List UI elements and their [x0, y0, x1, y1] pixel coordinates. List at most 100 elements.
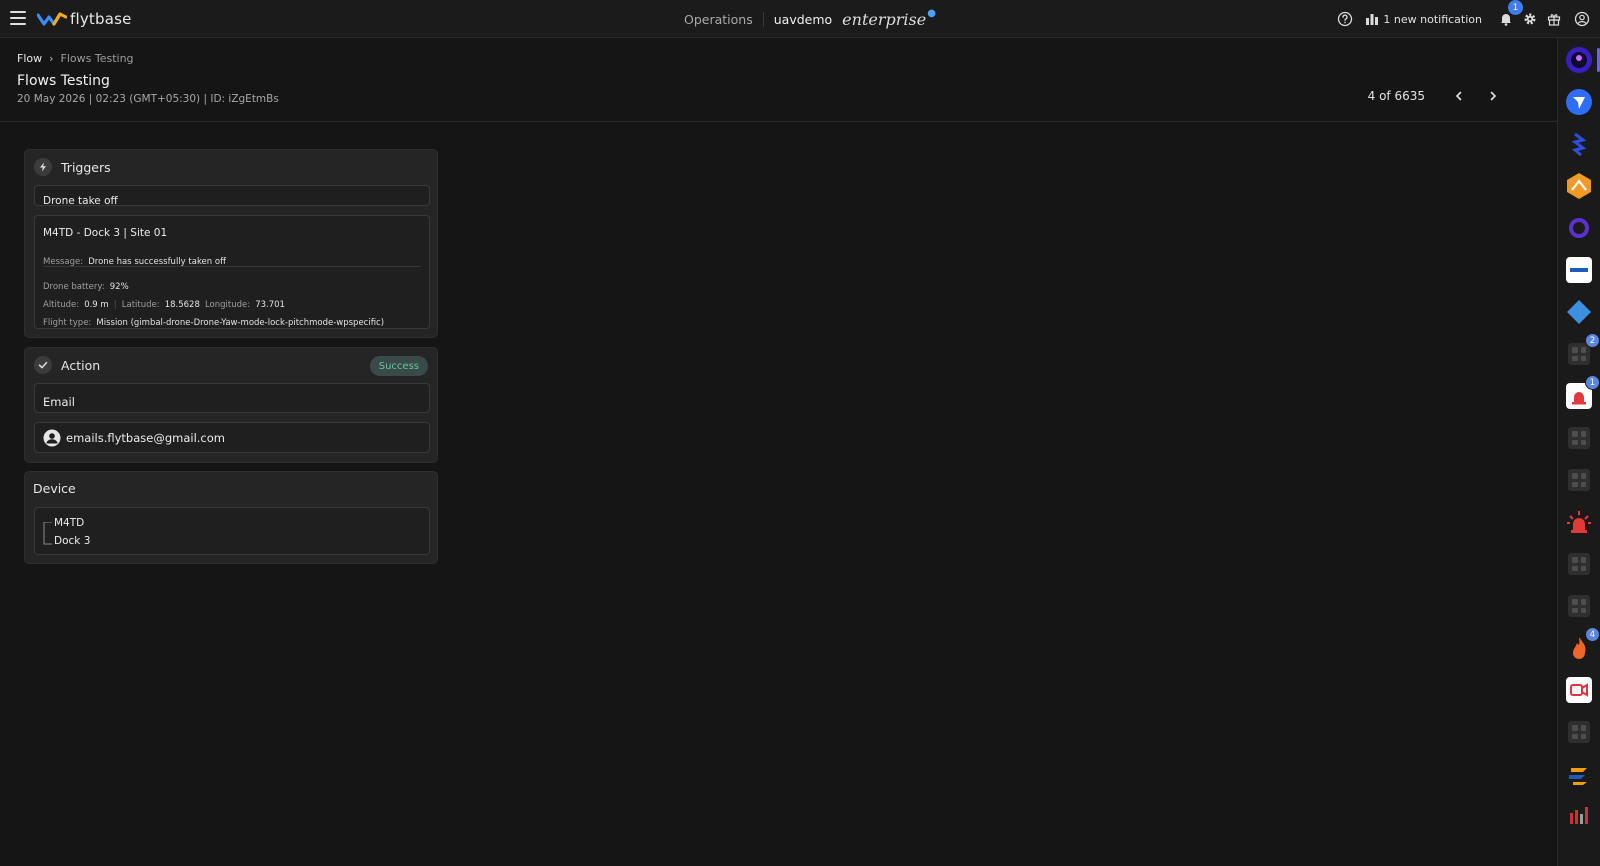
video-camera-icon: [1566, 677, 1592, 703]
user-account-icon[interactable]: [1570, 7, 1594, 31]
rail-app-6[interactable]: [1565, 256, 1593, 284]
action-title: Action: [61, 357, 101, 373]
action-type-field[interactable]: Email: [34, 383, 430, 413]
longitude-label: Longitude:: [204, 300, 251, 310]
battery-row: Drone battery: 92%: [43, 274, 129, 293]
org-name[interactable]: uavdemo: [774, 12, 832, 27]
rail-app-11[interactable]: [1565, 466, 1593, 494]
action-card: Action Success Email emails.flytbase@gma…: [24, 347, 438, 463]
rail-app-14[interactable]: [1565, 592, 1593, 620]
rail-app-5[interactable]: [1565, 214, 1593, 242]
recipient-field[interactable]: emails.flytbase@gmail.com: [34, 422, 430, 453]
workspace-info: Operations uavdemo enterprise ●: [684, 0, 936, 38]
altitude-label: Altitude:: [43, 300, 80, 310]
gift-icon[interactable]: [1542, 7, 1566, 31]
flight-type-label: Flight type:: [43, 318, 92, 328]
rail-app-1[interactable]: [1565, 46, 1593, 74]
rail-app-8[interactable]: 2: [1565, 333, 1600, 368]
rail-app-19[interactable]: [1565, 802, 1593, 830]
previous-button[interactable]: [1447, 84, 1471, 108]
rail-app-3[interactable]: [1565, 130, 1593, 158]
blue-stripes-icon: [1571, 132, 1587, 157]
rail-app-16[interactable]: [1565, 676, 1593, 704]
plan-label: enterprise: [842, 9, 927, 29]
rail-app-9[interactable]: 1: [1565, 375, 1600, 410]
position-separator: |: [113, 300, 117, 310]
logo-text: flytbase: [70, 10, 132, 28]
position-row: Altitude: 0.9 m | Latitude: 18.5628 Long…: [43, 292, 285, 311]
notification-text[interactable]: 1 new notification: [1383, 13, 1482, 26]
breadcrumb-flow[interactable]: Flow: [17, 52, 42, 65]
rail-badge: 1: [1585, 375, 1600, 390]
stats-icon[interactable]: [1363, 7, 1381, 31]
rail-app-15[interactable]: 4: [1565, 627, 1600, 662]
rail-app-12[interactable]: [1565, 508, 1593, 536]
chevron-right-icon: [1490, 91, 1497, 101]
page-header: Flow › Flows Testing Flows Testing 20 Ma…: [0, 38, 1557, 122]
triggers-title: Triggers: [61, 159, 111, 175]
hamburger-menu-icon[interactable]: [10, 11, 26, 25]
purple-ring-icon: [1569, 218, 1589, 238]
bell-icon[interactable]: 1: [1494, 0, 1523, 31]
latitude-label: Latitude:: [121, 300, 160, 310]
breadcrumb: Flow › Flows Testing: [17, 52, 134, 65]
recipient-email: emails.flytbase@gmail.com: [66, 430, 225, 445]
placeholder-app-icon: [1568, 721, 1590, 743]
plan-mark-icon: ●: [927, 7, 936, 19]
purple-planet-icon: [1566, 47, 1592, 73]
device-title: Device: [33, 481, 76, 496]
flight-type-row: Flight type: Mission (gimbal-drone-Drone…: [43, 310, 384, 329]
trigger-details: M4TD - Dock 3 | Site 01 Message: Drone h…: [34, 215, 430, 329]
user-avatar-icon: [43, 429, 61, 446]
status-badge: Success: [369, 356, 428, 376]
flytbase-logo[interactable]: flytbase: [37, 10, 132, 28]
battery-value: 92%: [109, 282, 129, 292]
rail-app-4[interactable]: [1565, 172, 1593, 200]
gear-icon[interactable]: [1518, 7, 1542, 31]
integrations-rail: 2 1 4: [1557, 38, 1600, 866]
page-title: Flows Testing: [17, 73, 110, 89]
rail-badge: 4: [1585, 627, 1600, 642]
placeholder-app-icon: [1568, 553, 1590, 575]
breadcrumb-current: Flows Testing: [60, 52, 134, 65]
chevron-left-icon: [1455, 91, 1462, 101]
details-divider: [43, 266, 421, 267]
device-card: Device M4TD Dock 3: [24, 471, 438, 564]
rail-app-13[interactable]: [1565, 550, 1593, 578]
rail-app-18[interactable]: [1565, 760, 1593, 788]
blue-diamond-icon: [1567, 300, 1591, 324]
rail-app-17[interactable]: [1565, 718, 1593, 746]
trigger-event: Drone take off: [43, 195, 118, 207]
device-dock[interactable]: Dock 3: [54, 535, 90, 547]
action-type: Email: [43, 395, 75, 409]
stacked-bars-icon: [1569, 768, 1587, 785]
rail-app-2[interactable]: [1565, 88, 1593, 116]
tree-connector-icon: [43, 522, 52, 545]
action-header: Action: [34, 356, 100, 374]
help-icon[interactable]: [1333, 7, 1357, 31]
latitude-value: 18.5628: [164, 300, 200, 310]
genetec-logo-icon: [1566, 257, 1592, 283]
rail-app-10[interactable]: [1565, 424, 1593, 452]
trigger-event-field[interactable]: Drone take off: [34, 185, 430, 207]
rail-app-7[interactable]: [1565, 298, 1593, 326]
device-tree: M4TD Dock 3: [34, 507, 430, 555]
trigger-source: M4TD - Dock 3 | Site 01: [43, 227, 168, 239]
red-logo-icon: [1570, 807, 1588, 824]
top-actions: 1 new notification 1: [1333, 0, 1600, 38]
breadcrumb-separator: ›: [49, 52, 54, 65]
device-drone[interactable]: M4TD: [54, 517, 84, 529]
placeholder-app-icon: [1568, 595, 1590, 617]
placeholder-app-icon: [1568, 343, 1590, 365]
operations-link[interactable]: Operations: [684, 11, 764, 27]
placeholder-app-icon: [1568, 427, 1590, 449]
rail-badge: 2: [1585, 333, 1600, 348]
placeholder-app-icon: [1568, 469, 1590, 491]
send-arrow-icon: [1566, 89, 1592, 115]
battery-label: Drone battery:: [43, 282, 105, 292]
triggers-card: Triggers Drone take off M4TD - Dock 3 | …: [24, 149, 438, 338]
lightning-icon: [34, 158, 52, 176]
top-bar: flytbase Operations uavdemo enterprise ● …: [0, 0, 1600, 38]
next-button[interactable]: [1481, 84, 1505, 108]
flytbase-logo-icon: [37, 12, 67, 26]
